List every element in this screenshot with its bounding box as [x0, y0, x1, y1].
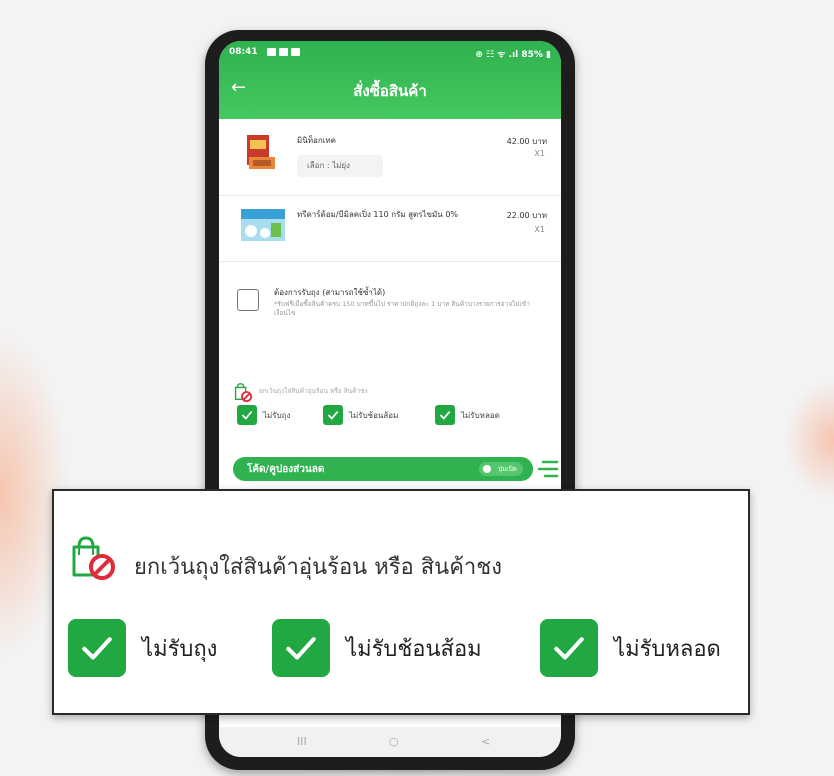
exclusion-note-zoomed: ยกเว้นถุงใส่สินค้าอุ่นร้อน หรือ สินค้าชง [134, 555, 502, 580]
order-item: ทรีดาร์ด้อม/บีมิลคเปิ่ง 110 กรัม สูตรไขม… [219, 195, 561, 262]
back-nav-icon[interactable]: < [481, 735, 490, 748]
checkbox-checked-icon[interactable] [435, 405, 455, 425]
toggle-knob-icon [483, 465, 491, 473]
status-time: 08:41 [229, 47, 258, 57]
no-bag-icon [72, 536, 115, 580]
product-thumbnail [241, 209, 285, 241]
checkbox-checked-icon[interactable] [323, 405, 343, 425]
background-right-glow [784, 380, 834, 500]
checkbox-checked-icon[interactable] [68, 619, 126, 677]
no-straw-option[interactable]: ไม่รับหลอด [540, 619, 721, 677]
option-label: ไม่รับหลอด [461, 410, 500, 420]
bag-option-title: ต้องการรับถุง (สามารถใช้ซ้ำได้) [274, 288, 386, 297]
page-title: สั่งซื้อสินค้า [353, 82, 427, 100]
android-nav-bar: III ○ < [219, 727, 561, 757]
promo-toggle[interactable]: ปุ่มเปิด [479, 462, 523, 476]
product-price: 22.00 บาท [506, 211, 547, 220]
product-quantity: X1 [534, 149, 545, 158]
no-bag-option[interactable]: ไม่รับถุง [68, 619, 217, 677]
no-cutlery-option[interactable]: ไม่รับช้อนส้อม [272, 619, 482, 677]
zoom-callout: ยกเว้นถุงใส่สินค้าอุ่นร้อน หรือ สินค้าชง… [52, 489, 750, 715]
checkbox-checked-icon[interactable] [272, 619, 330, 677]
checkbox-checked-icon[interactable] [237, 405, 257, 425]
no-bag-icon [234, 383, 253, 403]
bag-option-description: *รับฟรีเมื่อซื้อสินค้าครบ 150 บาทขึ้นไป … [274, 300, 531, 317]
no-bag-label: ไม่รับถุง [142, 636, 218, 662]
checkbox-checked-icon[interactable] [540, 619, 598, 677]
product-option-chip[interactable]: เลือก : ไม่ยุ่ง [297, 155, 383, 177]
recent-apps-icon[interactable]: III [297, 735, 307, 748]
order-item: มินิท็อกเทค 42.00 บาท X1 เลือก : ไม่ยุ่ง [219, 119, 561, 196]
home-icon[interactable]: ○ [389, 735, 399, 748]
status-bar: 08:41 ⊕ ☷ ᯤ .ıl 85% ▮ [229, 47, 551, 61]
no-straw-label: ไม่รับหลอด [614, 636, 721, 662]
mini-no-cutlery-option[interactable]: ไม่รับช้อนส้อม [323, 404, 398, 426]
promo-toggle-text: ปุ่มเปิด [498, 465, 517, 473]
promo-code-bar[interactable]: โค้ด/คูปองส่วนลด ปุ่มเปิด [233, 457, 533, 481]
status-indicators: ⊕ ☷ ᯤ .ıl 85% ▮ [475, 50, 551, 60]
promo-code-label: โค้ด/คูปองส่วนลด [247, 464, 325, 475]
product-thumbnail [247, 135, 275, 169]
bag-checkbox[interactable] [237, 289, 259, 311]
app-header: 08:41 ⊕ ☷ ᯤ .ıl 85% ▮ ← สั่งซื้อสินค้า [219, 41, 561, 119]
option-label: ไม่รับช้อนส้อม [349, 410, 399, 420]
option-label: ไม่รับถุง [263, 410, 291, 420]
no-cutlery-label: ไม่รับช้อนส้อม [346, 636, 482, 662]
product-name: ทรีดาร์ด้อม/บีมิลคเปิ่ง 110 กรัม สูตรไขม… [297, 210, 459, 219]
product-quantity: X1 [534, 225, 545, 234]
exclusion-note: ยกเว้นถุงใส่สินค้าอุ่นร้อน หรือ สินค้าชง [259, 387, 368, 395]
notification-icons [267, 48, 300, 56]
product-name: มินิท็อกเทค [297, 136, 337, 145]
mini-no-straw-option[interactable]: ไม่รับหลอด [435, 404, 500, 426]
speed-lines-icon [537, 460, 559, 478]
product-price: 42.00 บาท [506, 137, 547, 146]
mini-no-bag-option[interactable]: ไม่รับถุง [237, 404, 290, 426]
